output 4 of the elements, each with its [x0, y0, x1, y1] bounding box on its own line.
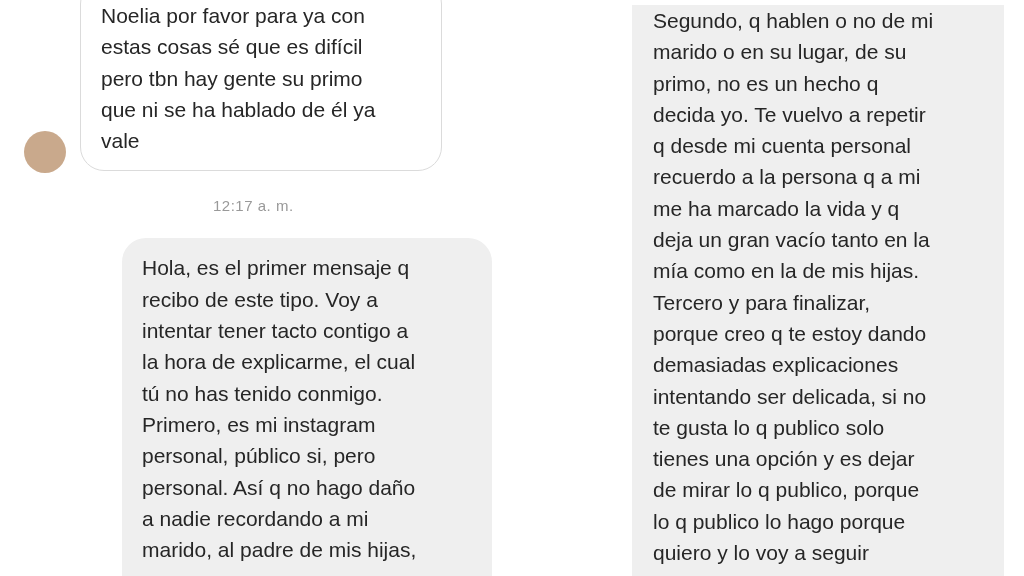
outgoing-message: Hola, es el primer mensaje q recibo de este tipo. Voy a intentar tener tacto contigo a la hora de explicarme, el cual tú no has tenido conmigo. Primero, es mi instagram personal, público si, pero personal. Así q no hago daño a nadie recordando a mi marido, al padre de mis hijas, [122, 238, 492, 576]
outgoing-message: Segundo, q hablen o no de mi marido o en su lugar, de su primo, no es un hecho q decida yo. Te vuelvo a repetir q desde mi cuenta personal recuerdo a la persona q a mi me ha marcado la vida y q deja un gran vacío tanto en la mía como en la de mis hijas. Tercero y para finalizar, porque creo q te estoy dando demasiadas explicaciones intentando ser delicada, si no te gusta lo q publico solo tienes una opción y es dejar de mirar lo q publico, porque lo q publico lo hago porque quiero y lo voy a seguir [632, 5, 1004, 576]
avatar[interactable] [24, 131, 66, 174]
timestamp: 12:17 a. m. [213, 197, 294, 215]
